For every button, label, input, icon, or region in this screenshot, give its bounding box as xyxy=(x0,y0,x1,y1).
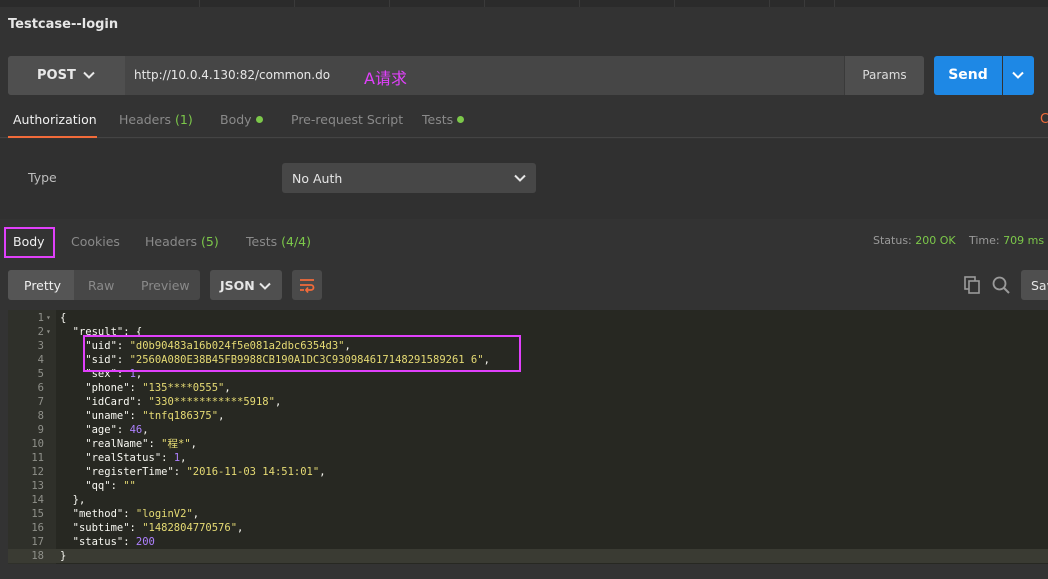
save-label: Sav xyxy=(1031,278,1048,293)
format-select[interactable]: JSON xyxy=(210,270,282,300)
line-number: 1 xyxy=(37,312,44,324)
send-button[interactable]: Send xyxy=(934,56,1002,95)
code-line: 6 "phone": "135****0555", xyxy=(8,381,1048,395)
preview-button[interactable]: Preview xyxy=(141,278,190,293)
highlight-box-uid-sid xyxy=(83,335,521,372)
wrap-lines-button[interactable] xyxy=(292,270,322,300)
wrap-lines-icon xyxy=(300,279,315,294)
response-tab-cookies[interactable]: Cookies xyxy=(71,234,120,249)
chevron-down-icon xyxy=(514,174,526,182)
code-line: 15 "method": "loginV2", xyxy=(8,507,1048,521)
pretty-button[interactable]: Pretty xyxy=(24,278,61,293)
response-tab-headers[interactable]: Headers (5) xyxy=(145,234,219,249)
code-text: } xyxy=(60,550,67,562)
request-tabs: Authorization Headers (1) Body Pre-reque… xyxy=(0,104,1048,138)
line-number: 9 xyxy=(37,424,44,436)
line-number: 12 xyxy=(31,466,44,478)
tab-authorization[interactable]: Authorization xyxy=(13,112,97,127)
code-line: 16 "subtime": "1482804770576", xyxy=(8,521,1048,535)
line-number: 14 xyxy=(31,494,44,506)
chevron-down-icon xyxy=(259,282,271,290)
line-number: 5 xyxy=(37,368,44,380)
status-dot-icon xyxy=(255,116,263,123)
line-number: 6 xyxy=(37,382,44,394)
code-text: "realStatus": 1, xyxy=(60,452,187,464)
code-text: "phone": "135****0555", xyxy=(60,382,231,394)
top-tab-strip xyxy=(0,0,1048,7)
line-number: 8 xyxy=(37,410,44,422)
code-line: 11 "realStatus": 1, xyxy=(8,451,1048,465)
save-response-button[interactable]: Sav xyxy=(1021,270,1048,300)
tab-tests[interactable]: Tests xyxy=(422,112,465,127)
code-line: 14 }, xyxy=(8,493,1048,507)
line-number: 17 xyxy=(31,536,44,548)
code-text: { xyxy=(60,312,67,324)
line-number: 18 xyxy=(31,550,44,562)
line-number: 13 xyxy=(31,480,44,492)
auth-type-label: Type xyxy=(28,170,57,185)
bottom-strip xyxy=(0,564,1048,579)
fold-arrow-icon[interactable]: ▾ xyxy=(46,311,51,325)
code-line: 8 "uname": "tnfq186375", xyxy=(8,409,1048,423)
copy-icon[interactable] xyxy=(962,275,982,295)
code-text: "uname": "tnfq186375", xyxy=(60,410,225,422)
chevron-down-icon xyxy=(1012,71,1024,79)
search-icon[interactable] xyxy=(991,275,1011,295)
code-text: "status": 200 xyxy=(60,536,155,548)
code-text: }, xyxy=(60,494,86,506)
line-number: 3 xyxy=(37,340,44,352)
line-number: 2 xyxy=(37,326,44,338)
line-number: 15 xyxy=(31,508,44,520)
tab-headers[interactable]: Headers (1) xyxy=(119,112,193,127)
auth-type-select[interactable]: No Auth xyxy=(282,163,536,193)
fold-arrow-icon[interactable]: ▾ xyxy=(46,325,51,339)
tab-body[interactable]: Body xyxy=(220,112,263,127)
auth-type-value: No Auth xyxy=(292,171,343,186)
line-number: 7 xyxy=(37,396,44,408)
code-line: 10 "realName": "程*", xyxy=(8,437,1048,451)
code-line: 17 "status": 200 xyxy=(8,535,1048,549)
code-text: "subtime": "1482804770576", xyxy=(60,522,244,534)
annotation-text: A请求 xyxy=(364,69,407,88)
tab-pre-request-script[interactable]: Pre-request Script xyxy=(291,112,403,127)
code-line: 9 "age": 46, xyxy=(8,423,1048,437)
line-number: 10 xyxy=(31,438,44,450)
response-tab-tests[interactable]: Tests (4/4) xyxy=(246,234,311,249)
chevron-down-icon xyxy=(83,71,95,79)
url-bar: POST http://10.0.4.130:82/common.do A请求 … xyxy=(8,56,924,95)
line-number: 4 xyxy=(37,354,44,366)
code-line: 18} xyxy=(8,549,1048,563)
code-text: "idCard": "330***********5918", xyxy=(60,396,282,408)
code-text: "age": 46, xyxy=(60,424,149,436)
code-line: 7 "idCard": "330***********5918", xyxy=(8,395,1048,409)
code-line: 12 "registerTime": "2016-11-03 14:51:01"… xyxy=(8,465,1048,479)
send-options-button[interactable] xyxy=(1003,56,1034,95)
response-status: Status: 200 OK xyxy=(873,234,956,247)
code-line: 13 "qq": "" xyxy=(8,479,1048,493)
url-input[interactable]: http://10.0.4.130:82/common.do xyxy=(134,68,330,82)
highlight-box-body xyxy=(4,227,55,258)
line-number: 16 xyxy=(31,522,44,534)
method-label: POST xyxy=(37,68,76,83)
response-tabs: Body Cookies Headers (5) Tests (4/4) Sta… xyxy=(0,219,1048,261)
auth-section: Type No Auth xyxy=(0,139,1048,219)
cookies-link-fragment[interactable]: C xyxy=(1040,112,1048,127)
code-line: 1 ▾ { xyxy=(8,311,1048,325)
method-select[interactable]: POST xyxy=(8,56,125,95)
line-number: 11 xyxy=(31,452,44,464)
active-tab-indicator xyxy=(8,136,97,138)
raw-button[interactable]: Raw xyxy=(88,278,114,293)
status-dot-icon xyxy=(457,116,465,123)
code-text: "method": "loginV2", xyxy=(60,508,200,520)
response-time: Time: 709 ms xyxy=(969,234,1045,247)
code-text: "registerTime": "2016-11-03 14:51:01", xyxy=(60,466,326,478)
params-button[interactable]: Params xyxy=(844,56,924,95)
code-text: "qq": "" xyxy=(60,480,136,492)
view-mode-group: Pretty Raw Preview xyxy=(8,270,200,300)
request-title: Testcase--login xyxy=(8,17,119,32)
code-text: "realName": "程*", xyxy=(60,438,197,450)
format-label: JSON xyxy=(220,278,255,293)
